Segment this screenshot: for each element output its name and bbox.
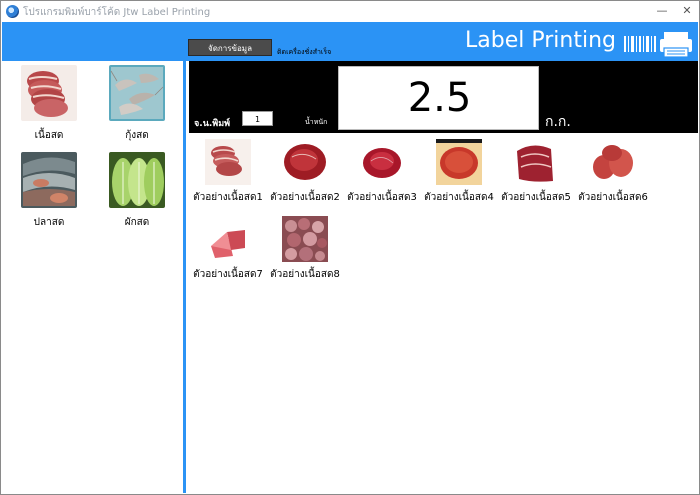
product-label: ตัวอย่างเนื้อสด4 [424,192,494,203]
meat-sample-3-image [359,139,405,185]
product-item[interactable]: ตัวอย่างเนื้อสด4 [420,139,498,205]
product-item[interactable]: ตัวอย่างเนื้อสด2 [266,139,344,205]
product-item[interactable]: ตัวอย่างเนื้อสด5 [497,139,575,205]
category-item-vegetable[interactable]: ผักสด [101,152,173,230]
minimize-button[interactable]: — [652,2,672,20]
header-bar: จัดการข้อมูล ติดเครื่องชั่งสำเร็จ Label … [2,22,698,61]
product-item[interactable]: ตัวอย่างเนื้อสด1 [189,139,267,205]
app-icon [6,5,19,18]
product-label: ตัวอย่างเนื้อสด1 [193,192,263,203]
category-item-fish[interactable]: ปลาสด [13,152,85,230]
category-sidebar: เนื้อสด กุ้งสด ปลาสด ผักสด [2,61,186,493]
weight-display: 2.5 [338,66,539,130]
weight-value: 2.5 [407,75,472,121]
meat-sample-4-image [436,139,482,185]
title-bar: โปรแกรมพิมพ์บาร์โค้ด Jtw Label Printing … [1,1,699,22]
product-item[interactable]: ตัวอย่างเนื้อสด8 [266,216,344,282]
weighing-panel: จ.น.พิมพ์ 1 น้ำหนัก 2.5 ก.ก. [189,61,698,133]
product-item[interactable]: ตัวอย่างเนื้อสด7 [189,216,267,282]
fresh-meat-image [21,65,77,121]
meat-sample-1-image [205,139,251,185]
category-label: เนื้อสด [34,130,64,141]
product-label: ตัวอย่างเนื้อสด3 [347,192,417,203]
meat-sample-2-image [282,139,328,185]
close-button[interactable]: ✕ [677,2,697,20]
category-label: ปลาสด [33,217,65,228]
manage-data-button[interactable]: จัดการข้อมูล [188,39,272,56]
meat-sample-8-image [282,216,328,262]
product-item[interactable]: ตัวอย่างเนื้อสด3 [343,139,421,205]
category-label: กุ้งสด [125,130,149,141]
product-label: ตัวอย่างเนื้อสด8 [270,269,340,280]
print-quantity-input[interactable]: 1 [242,111,273,126]
meat-sample-6-image [590,139,636,185]
fresh-vegetable-image [109,152,165,208]
product-grid: ตัวอย่างเนื้อสด1 ตัวอย่างเนื้อสด2 ตัวอย่… [189,133,698,493]
product-label: ตัวอย่างเนื้อสด2 [270,192,340,203]
app-window: โปรแกรมพิมพ์บาร์โค้ด Jtw Label Printing … [0,0,700,495]
print-quantity-label: จ.น.พิมพ์ [194,119,231,129]
weight-unit: ก.ก. [545,114,571,130]
product-label: ตัวอย่างเนื้อสด5 [501,192,571,203]
meat-sample-7-image [205,216,251,262]
weight-label: น้ำหนัก [305,118,328,126]
fresh-fish-image [21,152,77,208]
fresh-shrimp-image [109,65,165,121]
scale-connection-status: ติดเครื่องชั่งสำเร็จ [277,48,332,56]
product-label: ตัวอย่างเนื้อสด6 [578,192,648,203]
product-label: ตัวอย่างเนื้อสด7 [193,269,263,280]
category-item-meat[interactable]: เนื้อสด [13,65,85,143]
window-title: โปรแกรมพิมพ์บาร์โค้ด Jtw Label Printing [23,7,211,18]
product-item[interactable]: ตัวอย่างเนื้อสด6 [574,139,652,205]
brand-title: Label Printing [465,28,616,53]
category-label: ผักสด [124,217,150,228]
meat-sample-5-image [513,139,559,185]
category-item-shrimp[interactable]: กุ้งสด [101,65,173,143]
barcode-printer-icon [624,32,692,58]
